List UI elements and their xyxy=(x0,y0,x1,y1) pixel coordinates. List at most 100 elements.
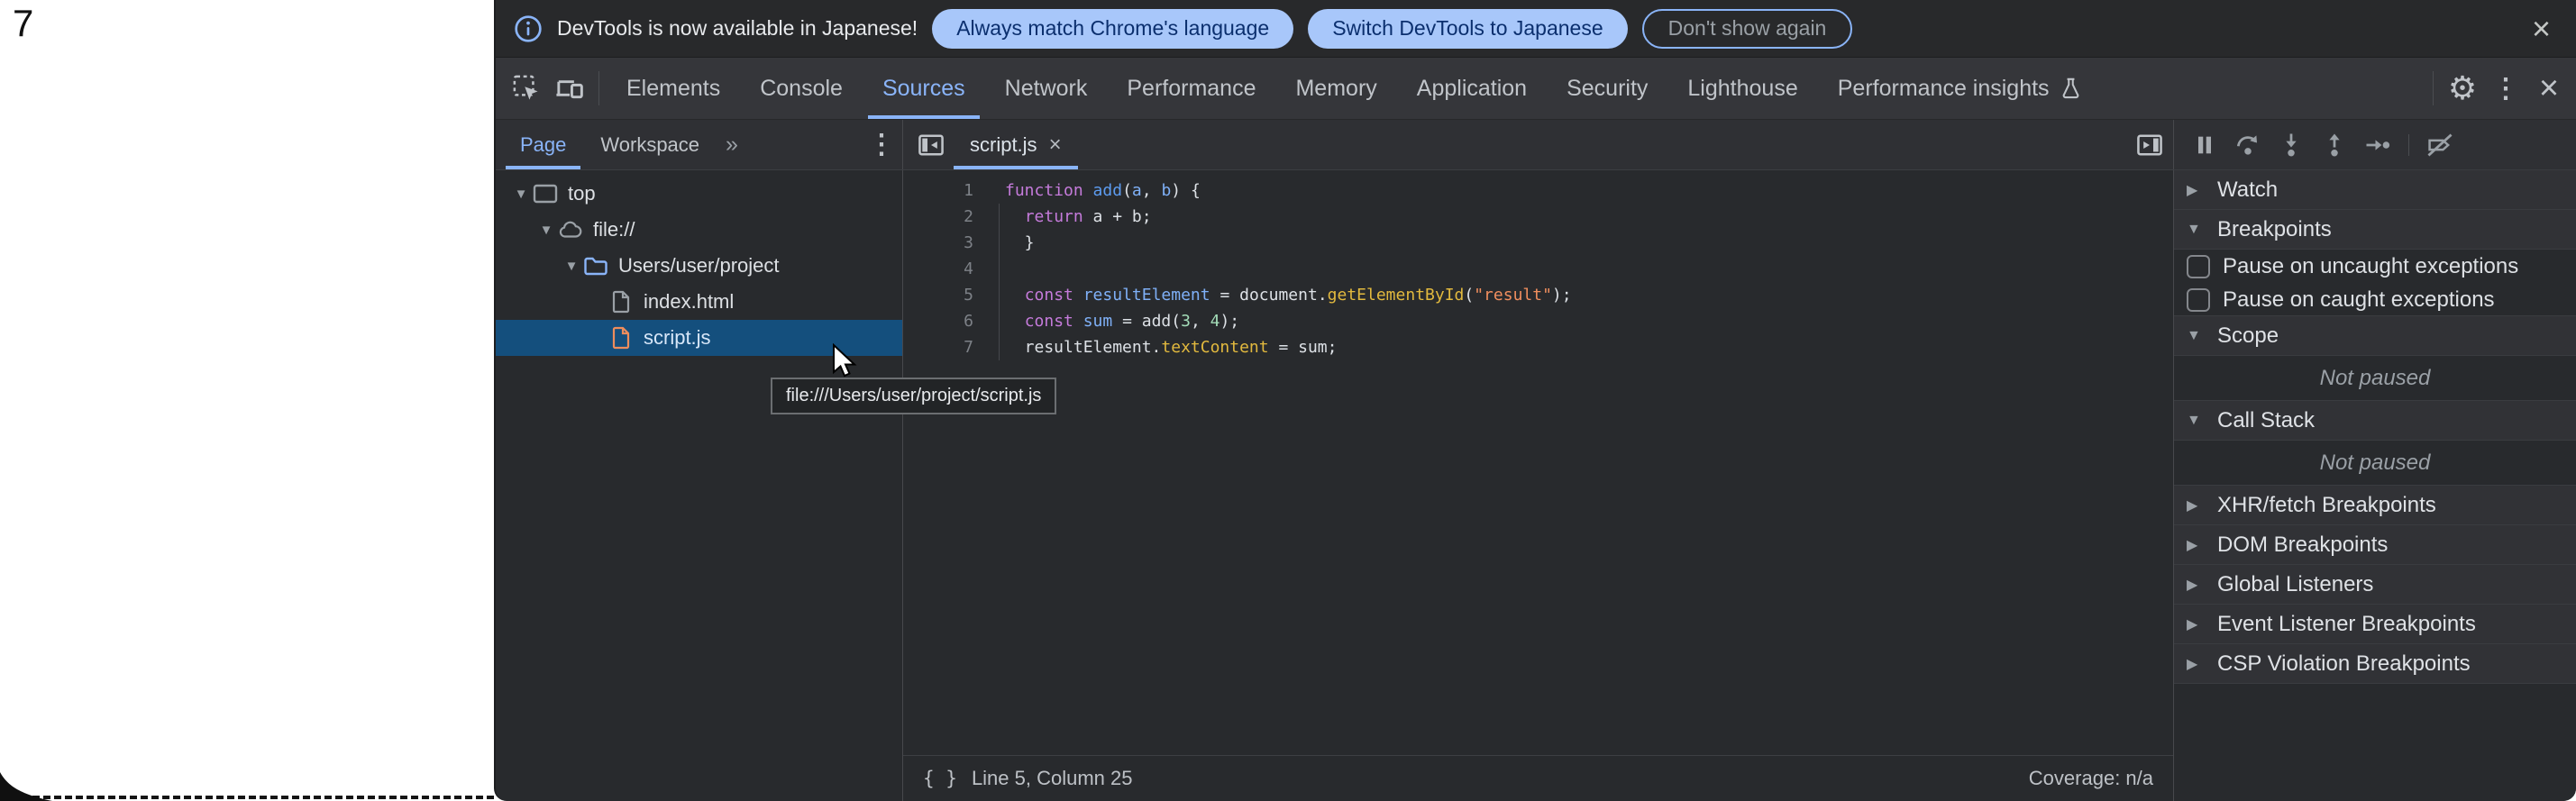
line-number[interactable]: 7 xyxy=(903,338,973,357)
cursor-position-label: Line 5, Column 25 xyxy=(972,767,1133,790)
code-line-4: 4 xyxy=(903,256,2173,282)
step-out-button[interactable] xyxy=(2315,125,2354,165)
section-header-call-stack[interactable]: ▼Call Stack xyxy=(2174,400,2576,441)
triangle-right-icon: ▶ xyxy=(2187,496,2206,514)
token-pr: getElementById xyxy=(1328,286,1465,305)
debugger-sidebar: ▶Watch▼BreakpointsPause on uncaught exce… xyxy=(2174,170,2576,801)
pause-resume-button[interactable] xyxy=(2185,125,2224,165)
expander-icon[interactable]: ▼ xyxy=(535,223,557,238)
checkbox-row-pause-on-uncaught-exceptions[interactable]: Pause on uncaught exceptions xyxy=(2174,250,2576,283)
checkbox-unchecked[interactable] xyxy=(2187,255,2210,278)
banner-button-don-t-show-again[interactable]: Don't show again xyxy=(1642,9,1853,49)
device-toolbar-button[interactable] xyxy=(548,58,591,119)
more-options-button[interactable]: ⋮ xyxy=(2484,58,2527,119)
token-pl: } xyxy=(1005,233,1035,252)
toolbar-separator xyxy=(598,71,599,105)
tree-item-users-user-project[interactable]: ▼Users/user/project xyxy=(496,248,902,284)
gear-icon: ⚙ xyxy=(2448,69,2477,107)
tab-close-icon[interactable]: × xyxy=(1049,132,1062,158)
section-header-xhr-fetch-breakpoints[interactable]: ▶XHR/fetch Breakpoints xyxy=(2174,485,2576,525)
navigator-tab-workspace[interactable]: Workspace xyxy=(583,120,717,169)
line-number[interactable]: 6 xyxy=(903,312,973,331)
triangle-right-icon: ▶ xyxy=(2187,576,2206,594)
pretty-print-icon[interactable]: { } xyxy=(923,768,957,789)
tree-item-file-[interactable]: ▼file:// xyxy=(496,212,902,248)
panel-header-row: PageWorkspace » ⋮ script.js × xyxy=(496,120,2576,170)
banner-button-always-match-chrome-s-language[interactable]: Always match Chrome's language xyxy=(932,9,1293,49)
line-number[interactable]: 1 xyxy=(903,181,973,200)
code-text: return a + b; xyxy=(973,207,1152,226)
step-button[interactable] xyxy=(2358,125,2398,165)
tab-memory[interactable]: Memory xyxy=(1275,58,1396,119)
tab-sources[interactable]: Sources xyxy=(863,58,985,119)
section-header-csp-violation-breakpoints[interactable]: ▶CSP Violation Breakpoints xyxy=(2174,643,2576,684)
file-navigator-panel: ▼top▼file://▼Users/user/projectindex.htm… xyxy=(496,170,903,801)
deactivate-breakpoints-button[interactable] xyxy=(2420,125,2460,165)
code-text: const resultElement = document.getElemen… xyxy=(973,286,1572,305)
deactivate-breakpoints-icon xyxy=(2425,131,2454,159)
toggle-navigator-button[interactable] xyxy=(909,120,954,169)
code-text: const sum = add(3, 4); xyxy=(973,312,1239,331)
tab-security[interactable]: Security xyxy=(1547,58,1667,119)
code-text: resultElement.textContent = sum; xyxy=(973,338,1337,357)
expander-icon[interactable]: ▼ xyxy=(510,187,532,202)
tab-console[interactable]: Console xyxy=(740,58,863,119)
section-label: Watch xyxy=(2217,177,2278,203)
tab-lighthouse[interactable]: Lighthouse xyxy=(1667,58,1817,119)
more-tabs-button[interactable]: » xyxy=(717,120,747,169)
section-header-dom-breakpoints[interactable]: ▶DOM Breakpoints xyxy=(2174,524,2576,565)
corner-wedge-shape xyxy=(0,770,52,801)
section-label: Scope xyxy=(2217,323,2279,349)
line-number[interactable]: 3 xyxy=(903,233,973,252)
token-pl: = sum; xyxy=(1269,338,1338,357)
tab-elements[interactable]: Elements xyxy=(607,58,740,119)
tab-label: Console xyxy=(760,76,843,102)
navigator-menu-button[interactable]: ⋮ xyxy=(861,120,902,169)
tree-item-top[interactable]: ▼top xyxy=(496,176,902,212)
expander-icon[interactable]: ▼ xyxy=(561,259,582,274)
token-pl: , xyxy=(1191,312,1210,331)
checkbox-row-pause-on-caught-exceptions[interactable]: Pause on caught exceptions xyxy=(2174,283,2576,316)
triangle-right-icon: ▶ xyxy=(2187,615,2206,633)
section-header-watch[interactable]: ▶Watch xyxy=(2174,169,2576,210)
pause-icon xyxy=(2192,132,2217,158)
editor-tab-scriptjs[interactable]: script.js × xyxy=(954,120,1078,169)
line-number[interactable]: 4 xyxy=(903,259,973,278)
section-header-breakpoints[interactable]: ▼Breakpoints xyxy=(2174,209,2576,250)
step-over-button[interactable] xyxy=(2228,125,2268,165)
section-header-global-listeners[interactable]: ▶Global Listeners xyxy=(2174,564,2576,605)
navigator-tab-page[interactable]: Page xyxy=(503,120,583,169)
banner-close-icon[interactable]: × xyxy=(2525,13,2558,45)
token-pl xyxy=(1005,207,1025,226)
code-editor[interactable]: 1function add(a, b) {2 return a + b;3 }4… xyxy=(903,170,2173,755)
line-number[interactable]: 5 xyxy=(903,286,973,305)
tree-item-index-html[interactable]: index.html xyxy=(496,284,902,320)
editor-header: script.js × xyxy=(903,120,2174,169)
banner-buttons: Always match Chrome's language Switch Dev… xyxy=(932,9,1852,49)
token-fn: add xyxy=(1093,181,1123,200)
code-lines: 1function add(a, b) {2 return a + b;3 }4… xyxy=(903,177,2173,360)
code-line-7: 7 resultElement.textContent = sum; xyxy=(903,334,2173,360)
tab-network[interactable]: Network xyxy=(985,58,1108,119)
triangle-down-icon: ▼ xyxy=(2187,413,2206,429)
banner-button-switch-devtools-to-japanese[interactable]: Switch DevTools to Japanese xyxy=(1308,9,1627,49)
step-into-button[interactable] xyxy=(2271,125,2311,165)
paused-status-label: Not paused xyxy=(2320,451,2431,476)
js-file-icon xyxy=(611,326,631,350)
token-vd: resultElement xyxy=(1083,286,1210,305)
kebab-menu-icon: ⋮ xyxy=(868,129,895,160)
close-devtools-button[interactable]: × xyxy=(2527,58,2571,119)
tab-application[interactable]: Application xyxy=(1397,58,1547,119)
toggle-debugger-sidebar-button[interactable] xyxy=(2126,120,2173,169)
line-number[interactable]: 2 xyxy=(903,207,973,226)
settings-button[interactable]: ⚙ xyxy=(2441,58,2484,119)
token-pl: , xyxy=(1142,181,1162,200)
tab-performance-insights[interactable]: Performance insights xyxy=(1818,58,2103,119)
tab-label: Security xyxy=(1567,76,1648,102)
section-header-scope[interactable]: ▼Scope xyxy=(2174,315,2576,356)
checkbox-unchecked[interactable] xyxy=(2187,288,2210,312)
tab-performance[interactable]: Performance xyxy=(1107,58,1275,119)
section-label: CSP Violation Breakpoints xyxy=(2217,651,2471,677)
section-header-event-listener-breakpoints[interactable]: ▶Event Listener Breakpoints xyxy=(2174,604,2576,644)
inspect-element-button[interactable] xyxy=(505,58,548,119)
